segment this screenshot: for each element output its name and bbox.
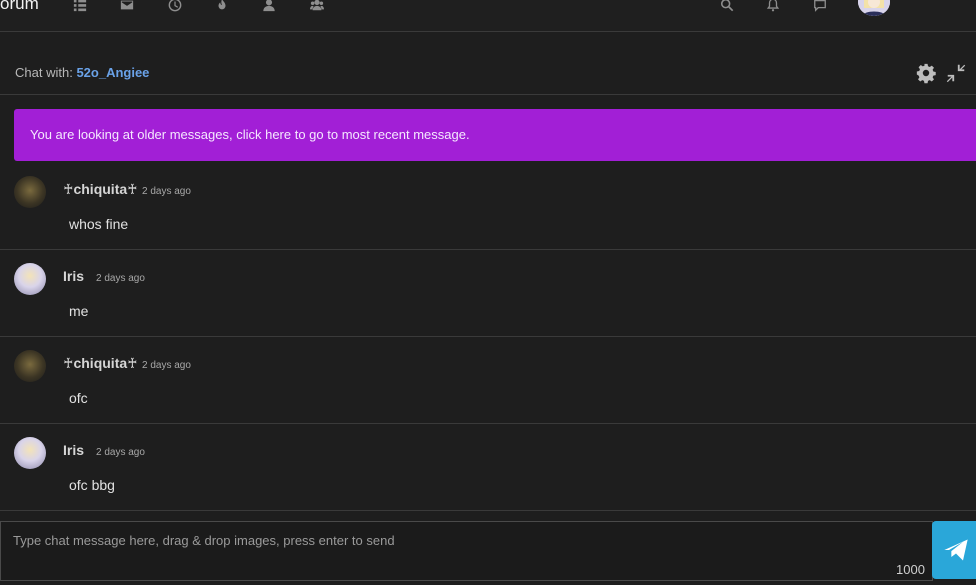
chat-message-input[interactable] — [1, 522, 932, 580]
inbox-icon[interactable] — [118, 0, 136, 14]
bell-icon[interactable] — [764, 0, 782, 14]
search-icon[interactable] — [718, 0, 736, 14]
message-username[interactable]: ♰chiquita♰ — [63, 355, 138, 372]
brand-title[interactable]: orum — [0, 0, 39, 14]
users-icon[interactable] — [308, 0, 326, 14]
user-icon[interactable] — [260, 0, 278, 14]
avatar[interactable] — [14, 176, 46, 208]
chat-partner-link[interactable]: 52o_Angiee — [76, 65, 149, 80]
list-icon[interactable] — [71, 0, 89, 14]
top-navbar: orum — [0, 0, 976, 32]
message-timestamp: 2 days ago — [142, 360, 191, 371]
chat-message: ♰chiquita♰ 2 days ago ofc — [0, 337, 976, 424]
message-text: whos fine — [69, 216, 129, 232]
minimize-icon[interactable] — [945, 62, 967, 84]
older-messages-banner[interactable]: You are looking at older messages, click… — [14, 109, 976, 161]
gear-icon[interactable] — [915, 62, 937, 84]
chat-message: ♰chiquita♰ 2 days ago whos fine — [0, 163, 976, 250]
chat-message: Iris 2 days ago me — [0, 250, 976, 337]
send-button[interactable] — [932, 521, 976, 579]
message-text: me — [69, 303, 89, 319]
message-timestamp: 2 days ago — [96, 447, 145, 458]
user-avatar[interactable] — [858, 0, 890, 16]
message-timestamp: 2 days ago — [96, 273, 145, 284]
avatar[interactable] — [14, 350, 46, 382]
fire-icon[interactable] — [213, 0, 231, 14]
avatar[interactable] — [14, 437, 46, 469]
message-username[interactable]: Iris — [63, 442, 84, 458]
message-timestamp: 2 days ago — [142, 186, 191, 197]
avatar[interactable] — [14, 263, 46, 295]
chat-composer — [0, 521, 933, 581]
message-username[interactable]: ♰chiquita♰ — [63, 181, 138, 198]
chat-header — [0, 32, 976, 95]
message-text: ofc — [69, 390, 88, 406]
character-counter: 1000 — [896, 562, 925, 577]
message-username[interactable]: Iris — [63, 268, 84, 284]
send-icon — [944, 539, 968, 561]
banner-text[interactable]: You are looking at older messages, click… — [30, 127, 470, 142]
chat-message: Iris 2 days ago ofc bbg — [0, 424, 976, 511]
clock-icon[interactable] — [166, 0, 184, 14]
chat-with-text: Chat with: — [15, 65, 73, 80]
message-text: ofc bbg — [69, 477, 115, 493]
chat-icon[interactable] — [811, 0, 829, 14]
chat-with-label: Chat with: 52o_Angiee — [15, 65, 149, 80]
